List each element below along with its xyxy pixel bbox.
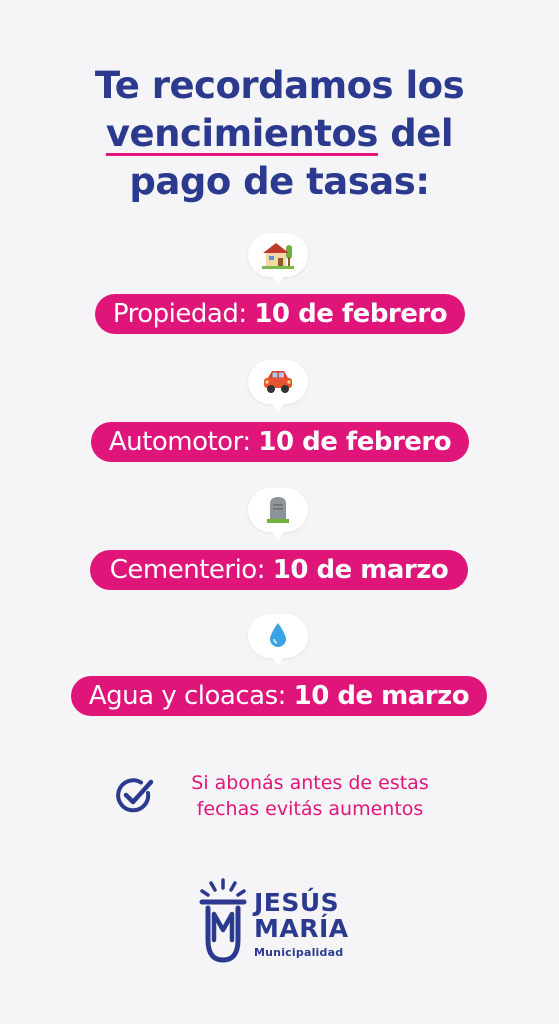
- item-label: Agua y cloacas:: [88, 681, 287, 711]
- sun-m-logo-icon: [199, 878, 247, 963]
- check-circle-icon: [116, 778, 154, 813]
- title-underlined-word: vencimientos: [105, 112, 378, 155]
- title-line-2: vencimientos del: [0, 110, 559, 158]
- item-cementerio-pill: Cementerio: 10 de marzo: [90, 550, 468, 590]
- item-propiedad-pill: Propiedad: 10 de febrero: [95, 294, 465, 334]
- car-icon: [264, 371, 292, 393]
- item-date: 10 de febrero: [258, 427, 452, 457]
- item-label: Automotor:: [108, 427, 251, 457]
- water-drop-icon: [270, 623, 286, 647]
- water-drop-icon-bubble: [248, 614, 308, 666]
- title-line-2-rest: del: [377, 112, 454, 155]
- note-text: Si abonás antes de estas fechas evitás a…: [165, 770, 455, 822]
- page-title: Te recordamos los vencimientos del pago …: [0, 62, 559, 206]
- item-date: 10 de marzo: [293, 681, 470, 711]
- item-label: Propiedad:: [112, 299, 247, 329]
- municipality-logo: JESÚS MARÍA Municipalidad: [196, 878, 366, 968]
- tombstone-icon: [267, 497, 289, 523]
- logo-line-1: JESÚS: [254, 888, 340, 917]
- item-date: 10 de marzo: [272, 555, 449, 585]
- house-icon: [262, 243, 294, 269]
- tombstone-icon-bubble: [248, 488, 308, 540]
- logo-line-2: MARÍA: [254, 914, 349, 943]
- item-automotor-pill: Automotor: 10 de febrero: [91, 422, 469, 462]
- item-agua-pill: Agua y cloacas: 10 de marzo: [71, 676, 487, 716]
- house-icon-bubble: [248, 233, 308, 285]
- note-line-2: fechas evitás aumentos: [196, 798, 424, 820]
- car-icon-bubble: [248, 360, 308, 412]
- title-line-1: Te recordamos los: [94, 64, 465, 107]
- note-line-1: Si abonás antes de estas: [191, 772, 429, 794]
- item-label: Cementerio:: [109, 555, 266, 585]
- item-date: 10 de febrero: [254, 299, 448, 329]
- logo-name: JESÚS MARÍA: [254, 890, 349, 942]
- title-line-3: pago de tasas:: [129, 160, 430, 203]
- logo-subtitle: Municipalidad: [254, 946, 344, 959]
